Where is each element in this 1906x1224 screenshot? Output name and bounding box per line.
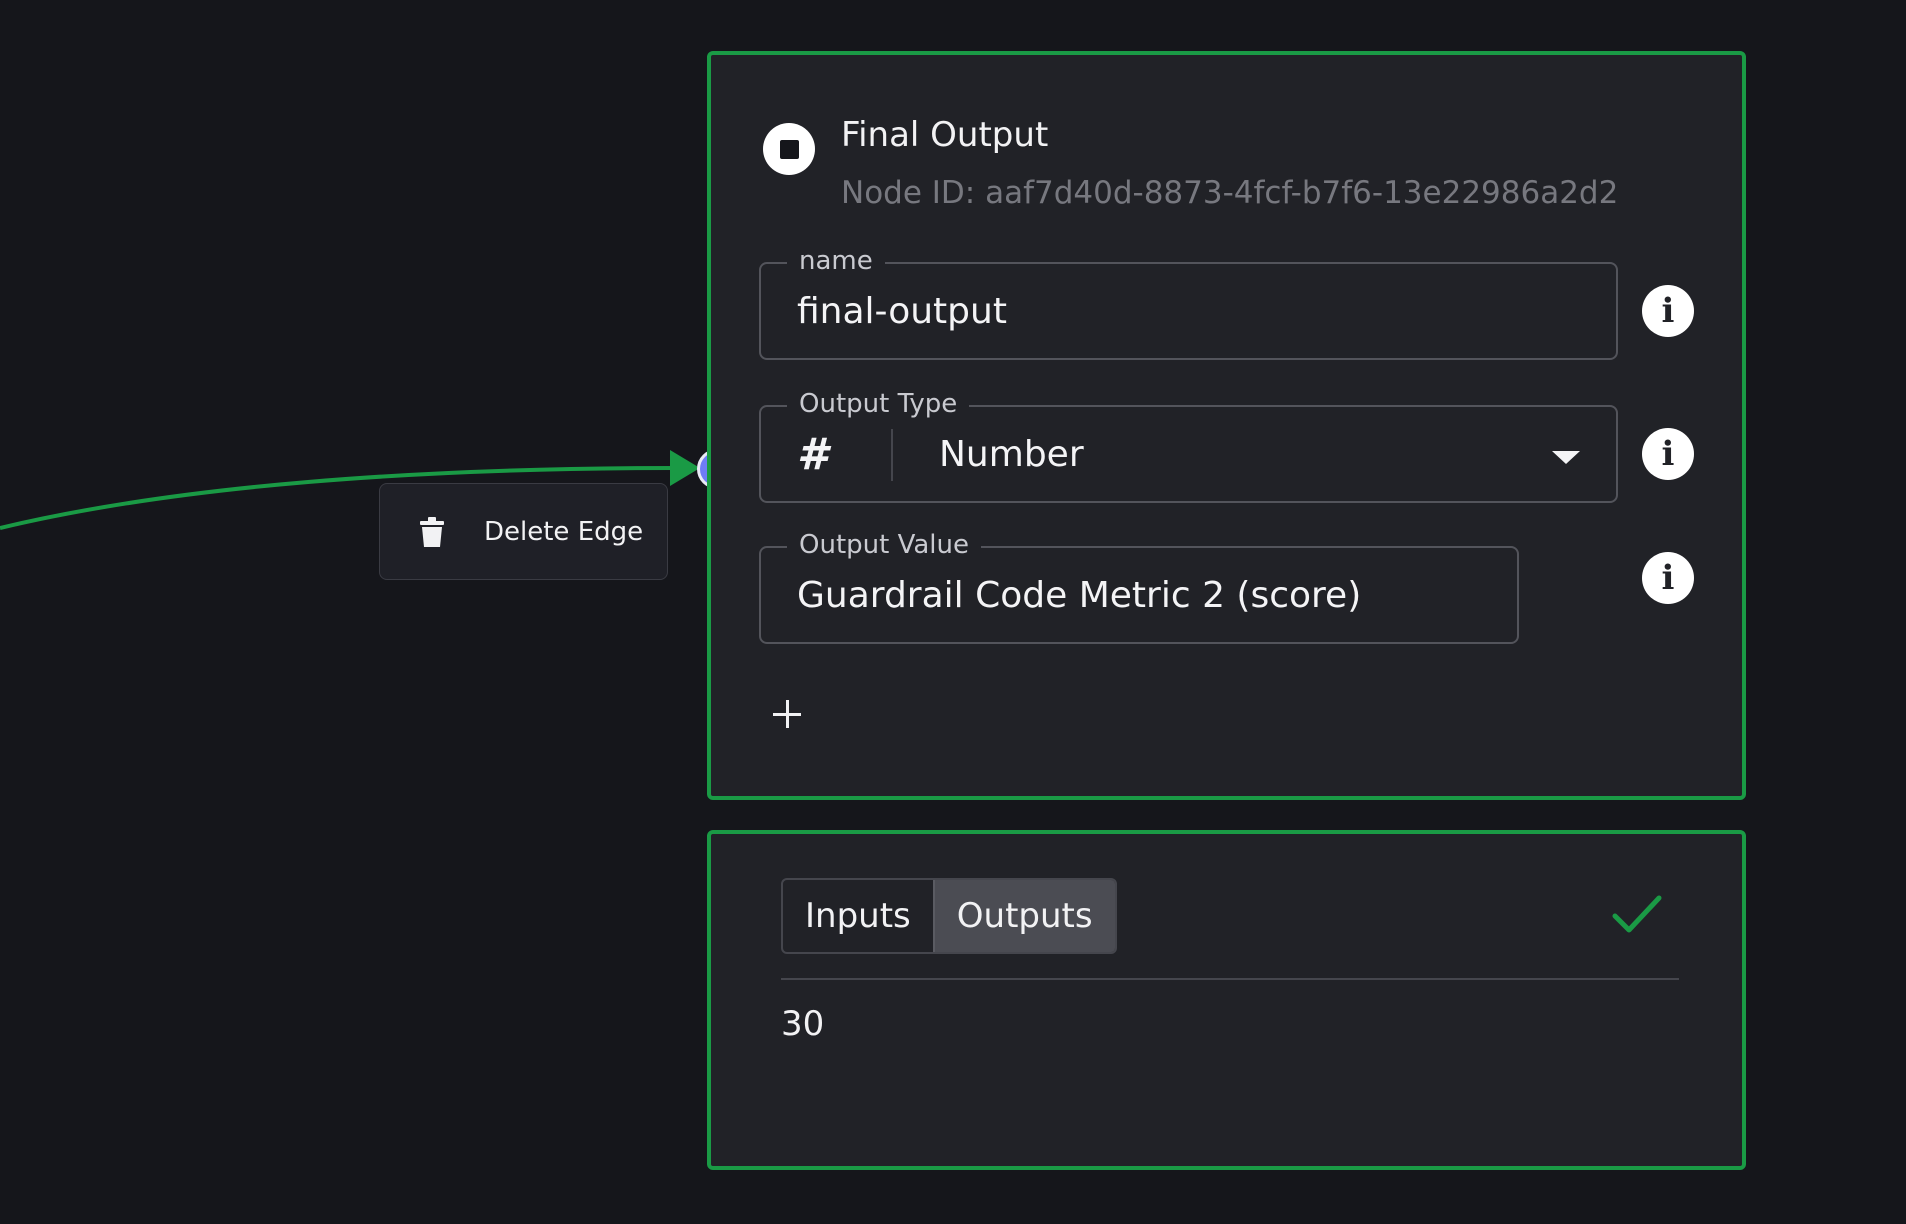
edge-arrowhead (670, 450, 700, 486)
name-info-icon[interactable]: i (1642, 285, 1694, 337)
output-type-value: Number (939, 433, 1084, 475)
node-header: Final Output Node ID: aaf7d40d-8873-4fcf… (763, 113, 1618, 213)
results-panel: Inputs Outputs 30 (707, 830, 1746, 1170)
number-type-icon: # (797, 428, 828, 480)
output-value-field[interactable]: Output Value Guardrail Code Metric 2 (sc… (759, 530, 1519, 644)
output-value-info-icon[interactable]: i (1642, 552, 1694, 604)
final-output-node[interactable]: Final Output Node ID: aaf7d40d-8873-4fcf… (707, 51, 1746, 800)
workflow-canvas[interactable]: Delete Edge Final Output Node ID: aaf7d4… (0, 0, 1906, 1224)
node-title: Final Output (841, 115, 1049, 155)
delete-edge-label: Delete Edge (484, 516, 644, 547)
chevron-down-icon[interactable] (1552, 451, 1580, 464)
plus-icon[interactable] (769, 696, 805, 732)
tab-inputs[interactable]: Inputs (783, 880, 933, 952)
node-id: Node ID: aaf7d40d-8873-4fcf-b7f6-13e2298… (841, 175, 1619, 211)
name-input[interactable]: final-output (797, 264, 1007, 358)
delete-edge-button[interactable]: Delete Edge (379, 483, 668, 580)
check-icon (1612, 895, 1662, 933)
results-divider (781, 978, 1679, 980)
name-field[interactable]: name final-output (759, 246, 1618, 360)
stop-icon (763, 123, 815, 175)
output-type-info-icon[interactable]: i (1642, 428, 1694, 480)
output-value-input[interactable]: Guardrail Code Metric 2 (score) (797, 548, 1361, 642)
tab-outputs[interactable]: Outputs (932, 880, 1115, 952)
type-separator (891, 429, 893, 481)
output-result-value: 30 (781, 1004, 825, 1044)
output-type-select[interactable]: Output Type # Number (759, 389, 1618, 503)
results-tabs: Inputs Outputs (781, 878, 1117, 954)
trash-icon (420, 516, 444, 547)
